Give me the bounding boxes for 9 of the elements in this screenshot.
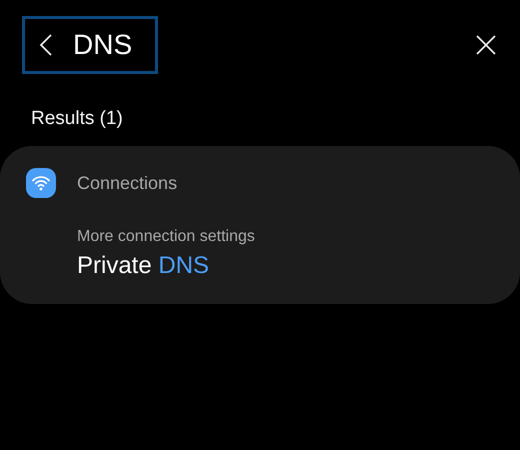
result-card[interactable]: Connections More connection settings Private DNS — [0, 146, 520, 304]
category-label: Connections — [77, 172, 178, 194]
setting-title: Private DNS — [77, 252, 210, 280]
results-heading: Results (1) — [31, 108, 124, 130]
wifi-icon — [26, 168, 56, 198]
search-field[interactable]: DNS — [22, 16, 158, 74]
close-icon[interactable] — [476, 35, 496, 55]
setting-path: More connection settings — [77, 228, 256, 246]
back-icon[interactable] — [39, 33, 53, 57]
